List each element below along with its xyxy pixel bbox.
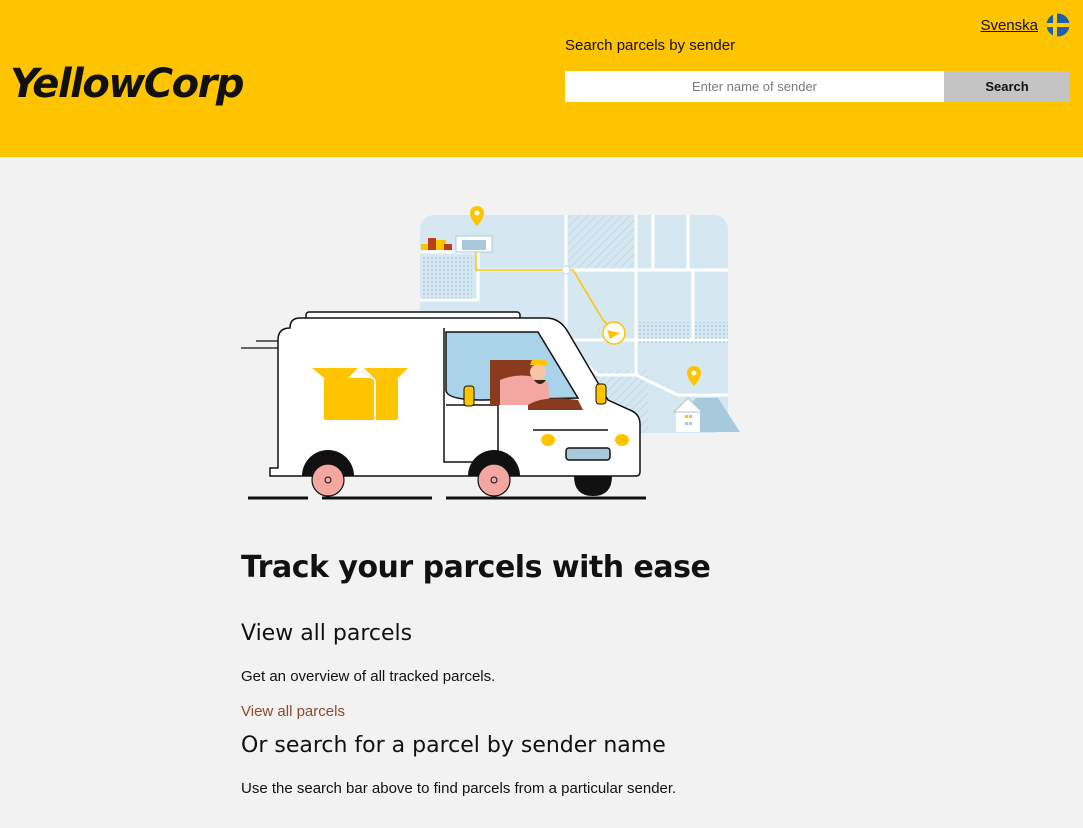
view-all-parcels-link[interactable]: View all parcels — [241, 702, 345, 722]
search-form: Search — [565, 71, 1070, 102]
house-icon — [672, 397, 740, 432]
warehouse-icon — [421, 235, 493, 253]
page-title: Track your parcels with ease — [241, 550, 711, 585]
view-all-description: Get an overview of all tracked parcels. — [241, 668, 496, 685]
sender-search-input[interactable] — [565, 71, 944, 102]
sweden-flag-icon[interactable] — [1046, 13, 1070, 37]
main-content: Track your parcels with ease View all pa… — [241, 548, 861, 799]
delivery-van-illustration — [241, 206, 740, 500]
search-label: Search parcels by sender — [565, 37, 736, 54]
view-all-heading: View all parcels — [241, 621, 413, 646]
language-link[interactable]: Svenska — [980, 17, 1038, 34]
search-section-description: Use the search bar above to find parcels… — [241, 780, 677, 797]
search-section-heading: Or search for a parcel by sender name — [241, 733, 666, 758]
logo[interactable]: YellowCorp — [10, 56, 245, 112]
site-header: YellowCorp Svenska Search parcels by sen… — [0, 0, 1083, 157]
language-switcher: Svenska — [980, 13, 1070, 37]
search-button[interactable]: Search — [944, 71, 1070, 102]
hero-illustration — [238, 200, 748, 505]
